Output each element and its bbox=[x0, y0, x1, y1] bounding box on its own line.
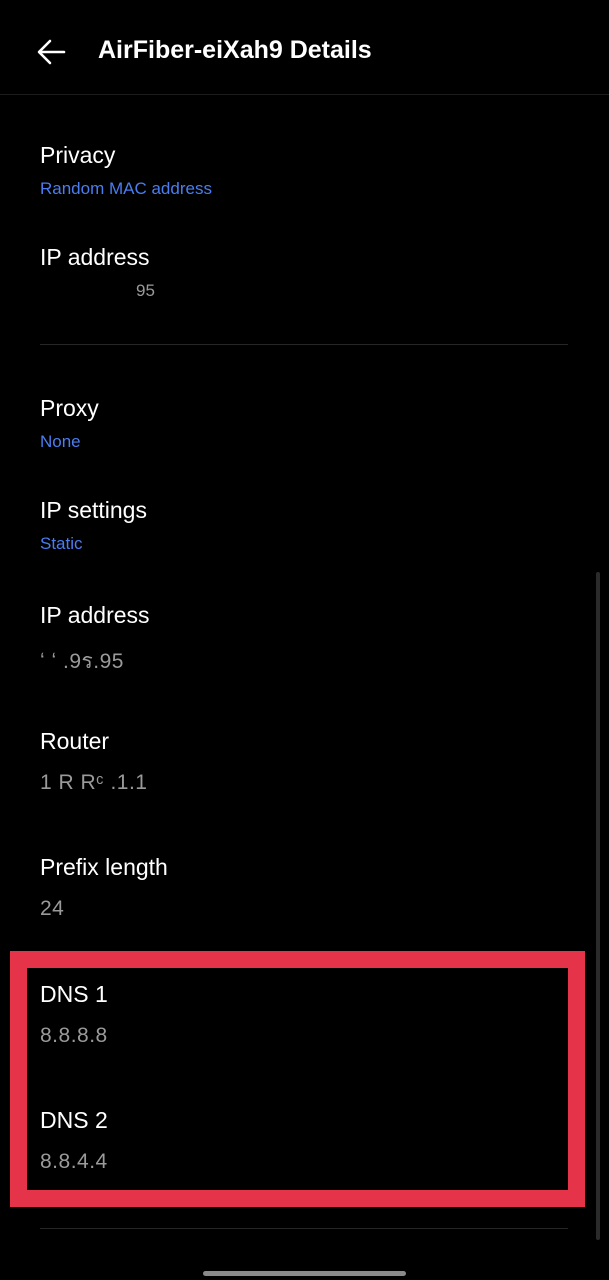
proxy-label: Proxy bbox=[40, 395, 99, 421]
header-divider bbox=[0, 94, 609, 95]
back-button[interactable] bbox=[34, 34, 74, 70]
privacy-value: Random MAC address bbox=[40, 179, 212, 198]
proxy-value: None bbox=[40, 432, 81, 451]
prefix-length-value: 24 bbox=[40, 897, 65, 920]
privacy-setting[interactable]: Privacy Random MAC address bbox=[40, 141, 570, 199]
prefix-length-field[interactable]: Prefix length 24 bbox=[40, 853, 570, 921]
scrollbar[interactable] bbox=[596, 572, 600, 1240]
dns2-field[interactable]: DNS 2 8.8.4.4 bbox=[40, 1106, 570, 1174]
section-divider bbox=[40, 344, 568, 345]
page-title: AirFiber-eiXah9 Details bbox=[98, 36, 372, 64]
static-ip-address-value: ʻ ʻ .9ร.95 bbox=[40, 650, 124, 673]
ip-settings-value: Static bbox=[40, 534, 83, 553]
dns2-value: 8.8.4.4 bbox=[40, 1150, 108, 1173]
ip-settings-setting[interactable]: IP settings Static bbox=[40, 496, 570, 554]
privacy-label: Privacy bbox=[40, 142, 116, 168]
router-value: 1 R Rᶜ .1.1 bbox=[40, 771, 148, 794]
dns1-value: 8.8.8.8 bbox=[40, 1024, 108, 1047]
static-ip-address-field[interactable]: IP address ʻ ʻ .9ร.95 bbox=[40, 601, 570, 678]
prefix-length-label: Prefix length bbox=[40, 854, 168, 880]
ip-settings-label: IP settings bbox=[40, 497, 147, 523]
router-field[interactable]: Router 1 R Rᶜ .1.1 bbox=[40, 727, 570, 795]
ip-address-label: IP address bbox=[40, 244, 150, 270]
ip-address-info: IP address 95 bbox=[40, 243, 570, 301]
dns2-label: DNS 2 bbox=[40, 1107, 108, 1133]
dns1-field[interactable]: DNS 1 8.8.8.8 bbox=[40, 980, 570, 1048]
dns1-label: DNS 1 bbox=[40, 981, 108, 1007]
arrow-left-icon bbox=[37, 39, 66, 65]
bottom-divider bbox=[40, 1228, 568, 1229]
top-app-bar: AirFiber-eiXah9 Details bbox=[0, 0, 609, 94]
static-ip-address-label: IP address bbox=[40, 602, 150, 628]
home-indicator[interactable] bbox=[203, 1271, 406, 1276]
router-label: Router bbox=[40, 728, 110, 754]
ip-address-value: 95 bbox=[136, 281, 155, 300]
proxy-setting[interactable]: Proxy None bbox=[40, 394, 570, 452]
